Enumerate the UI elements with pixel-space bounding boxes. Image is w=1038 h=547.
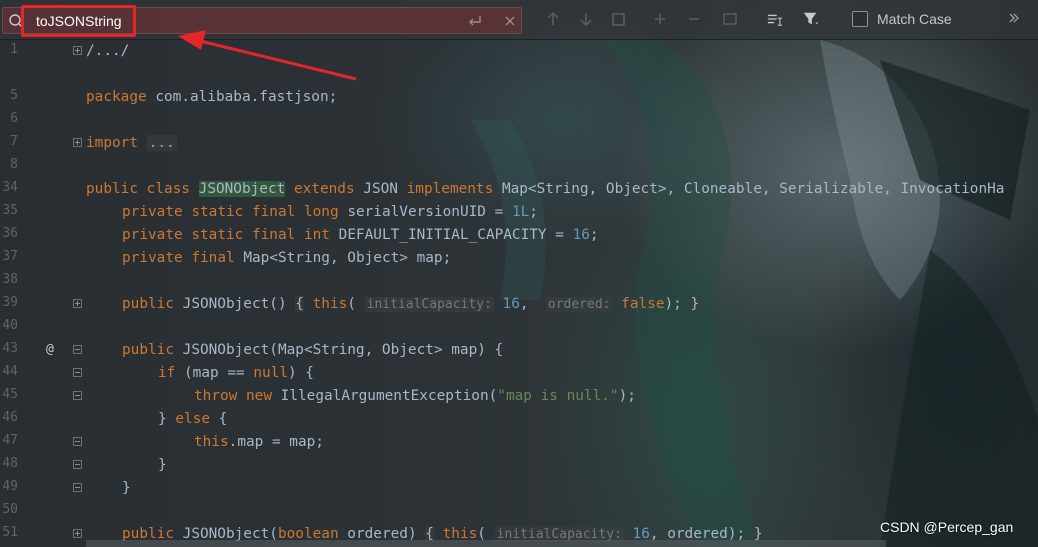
- line-number: 38: [2, 272, 18, 287]
- code-line-44: public JSONObject(Map<String, Object> ma…: [122, 342, 504, 358]
- override-marker-icon[interactable]: @: [46, 342, 54, 357]
- code-line-49: }: [158, 457, 167, 473]
- code-line-45: if (map == null) {: [158, 365, 314, 381]
- horizontal-scrollbar[interactable]: [86, 540, 886, 547]
- line-number: 44: [2, 364, 18, 379]
- filter-icon[interactable]: [803, 11, 819, 27]
- code-line-8: import ...: [86, 135, 177, 151]
- line-number: 37: [2, 249, 18, 264]
- find-all-icon[interactable]: [611, 11, 627, 27]
- line-number: 5: [10, 88, 18, 103]
- fold-expand-icon[interactable]: [73, 299, 82, 308]
- new-line-icon[interactable]: [467, 14, 483, 28]
- code-line-50: }: [122, 480, 131, 496]
- search-input[interactable]: toJSONString: [36, 13, 122, 29]
- line-number: 51: [2, 525, 18, 540]
- context-options-icon[interactable]: [767, 11, 783, 27]
- line-number: 50: [2, 502, 18, 517]
- code-line-37: private static final int DEFAULT_INITIAL…: [122, 227, 599, 243]
- line-number: 45: [2, 387, 18, 402]
- watermark: CSDN @Percep_gan: [880, 519, 1014, 535]
- fold-expand-icon[interactable]: [73, 46, 82, 55]
- search-field[interactable]: toJSONString: [2, 7, 522, 34]
- line-number: 40: [2, 318, 18, 333]
- code-line-46: throw new IllegalArgumentException("map …: [194, 388, 636, 404]
- line-number: 36: [2, 226, 18, 241]
- find-toolbar: toJSONString Match Case: [0, 0, 1038, 40]
- line-number: 48: [2, 456, 18, 471]
- next-occurrence-icon[interactable]: [578, 11, 594, 27]
- code-line-48: this.map = map;: [194, 434, 324, 450]
- fold-collapse-icon[interactable]: [73, 391, 82, 400]
- code-line-47: } else {: [158, 411, 228, 427]
- line-number: 1: [10, 42, 18, 57]
- previous-occurrence-icon[interactable]: [545, 11, 561, 27]
- search-match-highlight: JSONObject: [198, 181, 286, 197]
- line-number: 8: [10, 157, 18, 172]
- match-case-label: Match Case: [877, 11, 952, 27]
- clear-search-icon[interactable]: [503, 14, 517, 28]
- fold-collapse-icon[interactable]: [73, 437, 82, 446]
- code-line-36: private static final long serialVersionU…: [122, 204, 538, 220]
- line-number: 39: [2, 295, 18, 310]
- checkbox-box[interactable]: [852, 11, 868, 27]
- parameter-hint: initialCapacity:: [364, 297, 494, 312]
- line-number: 47: [2, 433, 18, 448]
- code-line-38: private final Map<String, Object> map;: [122, 250, 452, 266]
- editor-gutter: 1 5 6 7 8 34 35 36 37 38 39 40 43 44 45 …: [0, 40, 86, 547]
- code-editor[interactable]: /.../ package com.alibaba.fastjson; impo…: [86, 40, 1038, 547]
- remove-occurrence-icon[interactable]: [686, 11, 702, 27]
- parameter-hint: ordered:: [545, 297, 613, 312]
- fold-collapse-icon[interactable]: [73, 345, 82, 354]
- fold-expand-icon[interactable]: [73, 529, 82, 538]
- line-number: 43: [2, 341, 18, 356]
- fold-expand-icon[interactable]: [73, 138, 82, 147]
- line-number: 46: [2, 410, 18, 425]
- folded-imports[interactable]: ...: [146, 135, 177, 151]
- fold-collapse-icon[interactable]: [73, 368, 82, 377]
- search-icon[interactable]: [8, 13, 26, 29]
- select-all-occurrences-icon[interactable]: [722, 11, 738, 27]
- line-number: 35: [2, 203, 18, 218]
- add-occurrence-icon[interactable]: [652, 11, 668, 27]
- line-number: 6: [10, 111, 18, 126]
- code-line-40: public JSONObject() { this( initialCapac…: [122, 296, 700, 312]
- line-number: 34: [2, 180, 18, 195]
- code-line-1: /.../: [86, 43, 130, 59]
- expand-icon[interactable]: [1008, 12, 1020, 24]
- fold-collapse-icon[interactable]: [73, 483, 82, 492]
- code-line-35: public class JSONObject extends JSON imp…: [86, 181, 1005, 197]
- code-line-6: package com.alibaba.fastjson;: [86, 89, 338, 105]
- line-number: 7: [10, 134, 18, 149]
- fold-collapse-icon[interactable]: [73, 460, 82, 469]
- line-number: 49: [2, 479, 18, 494]
